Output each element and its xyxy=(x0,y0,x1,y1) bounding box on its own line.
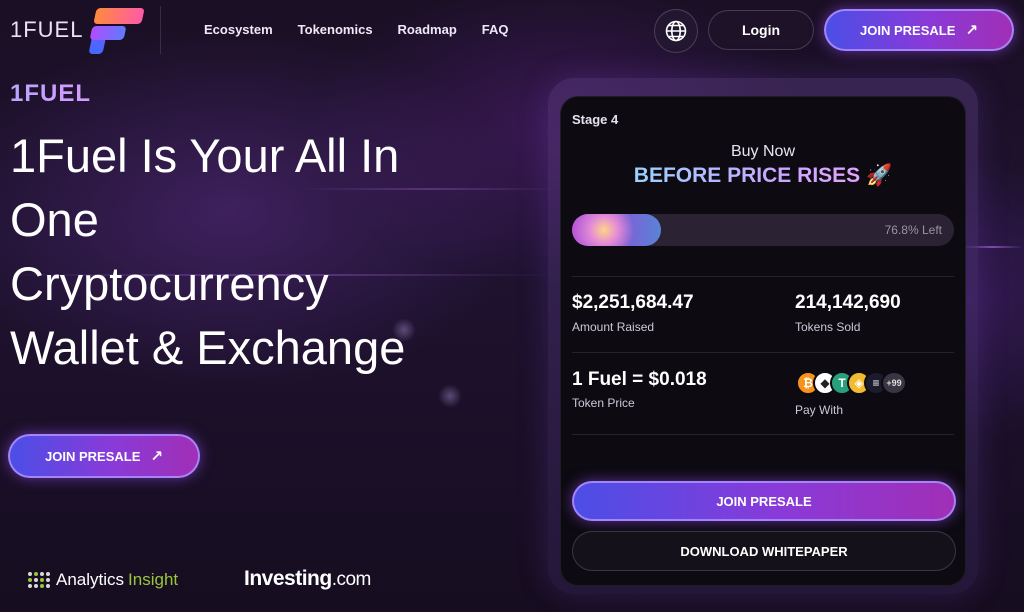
payment-coins: ₿ ◆ T ◈ ≡ +99 xyxy=(796,371,907,395)
hero-title-line: Cryptocurrency xyxy=(10,257,329,310)
insight-text: Insight xyxy=(128,570,179,589)
token-price-value: 1 Fuel = $0.018 xyxy=(572,369,707,390)
hero-title-line: Wallet & Exchange xyxy=(10,321,406,374)
logo-text: 1FUEL xyxy=(10,17,84,42)
globe-icon xyxy=(665,20,687,42)
amount-raised-label: Amount Raised xyxy=(572,320,655,334)
hero-title-line: One xyxy=(10,193,99,246)
login-button[interactable]: Login xyxy=(708,10,814,50)
investing-logo[interactable]: Investing.com xyxy=(244,567,371,591)
investing-suffix: .com xyxy=(331,569,372,590)
language-button[interactable] xyxy=(654,9,698,53)
brand-tag: 1FUEL xyxy=(10,80,92,107)
rocket-icon: 🚀 xyxy=(866,164,893,187)
join-presale-label: JOIN PRESALE xyxy=(860,22,956,38)
arrow-up-right-icon: ↗ xyxy=(965,22,978,39)
price-rises-headline: BEFORE PRICE RISES 🚀 xyxy=(560,164,966,188)
nav-tokenomics[interactable]: Tokenomics xyxy=(298,22,373,37)
tokens-sold-value: 214,142,690 xyxy=(795,292,901,313)
join-presale-label: JOIN PRESALE xyxy=(45,448,141,464)
stage-label: Stage 4 xyxy=(572,112,619,127)
amount-raised-value: $2,251,684.47 xyxy=(572,292,694,313)
investing-text: Investing xyxy=(244,567,332,590)
nav-faq[interactable]: FAQ xyxy=(482,22,509,37)
headline-text: BEFORE PRICE RISES xyxy=(633,164,861,187)
hero-title: 1Fuel Is Your All In One Cryptocurrency … xyxy=(10,124,530,380)
nav-ecosystem[interactable]: Ecosystem xyxy=(204,22,273,37)
analytics-text: Analytics xyxy=(56,570,125,589)
tokens-sold-label: Tokens Sold xyxy=(795,320,861,334)
token-price-label: Token Price xyxy=(572,396,635,410)
buy-now-text: Buy Now xyxy=(730,143,796,160)
presale-progress-bar: 76.8% Left xyxy=(572,214,954,246)
header-divider xyxy=(160,6,161,54)
progress-fill xyxy=(572,214,661,246)
header-join-presale-button[interactable]: JOIN PRESALE ↗ xyxy=(824,9,1014,51)
card-divider xyxy=(572,276,954,277)
bg-glow xyxy=(438,384,462,408)
logo[interactable]: 1FUEL xyxy=(10,6,146,54)
analytics-insight-logo[interactable]: Analytics Insight xyxy=(28,570,178,590)
card-divider xyxy=(572,434,954,435)
card-divider xyxy=(572,352,954,353)
download-whitepaper-button[interactable]: DOWNLOAD WHITEPAPER xyxy=(572,531,956,571)
progress-label: 76.8% Left xyxy=(884,223,942,237)
nav-roadmap[interactable]: Roadmap xyxy=(398,22,457,37)
analytics-dots-icon xyxy=(28,572,50,588)
hero-title-line: 1Fuel Is Your All In xyxy=(10,129,400,182)
arrow-up-right-icon: ↗ xyxy=(150,448,163,465)
main-nav: Ecosystem Tokenomics Roadmap FAQ xyxy=(204,22,534,37)
pay-with-label: Pay With xyxy=(795,403,844,417)
logo-mark-icon xyxy=(88,6,146,54)
hero-join-presale-button[interactable]: JOIN PRESALE ↗ xyxy=(8,434,200,478)
card-join-presale-button[interactable]: JOIN PRESALE xyxy=(572,481,956,521)
more-coins-badge: +99 xyxy=(881,371,907,395)
